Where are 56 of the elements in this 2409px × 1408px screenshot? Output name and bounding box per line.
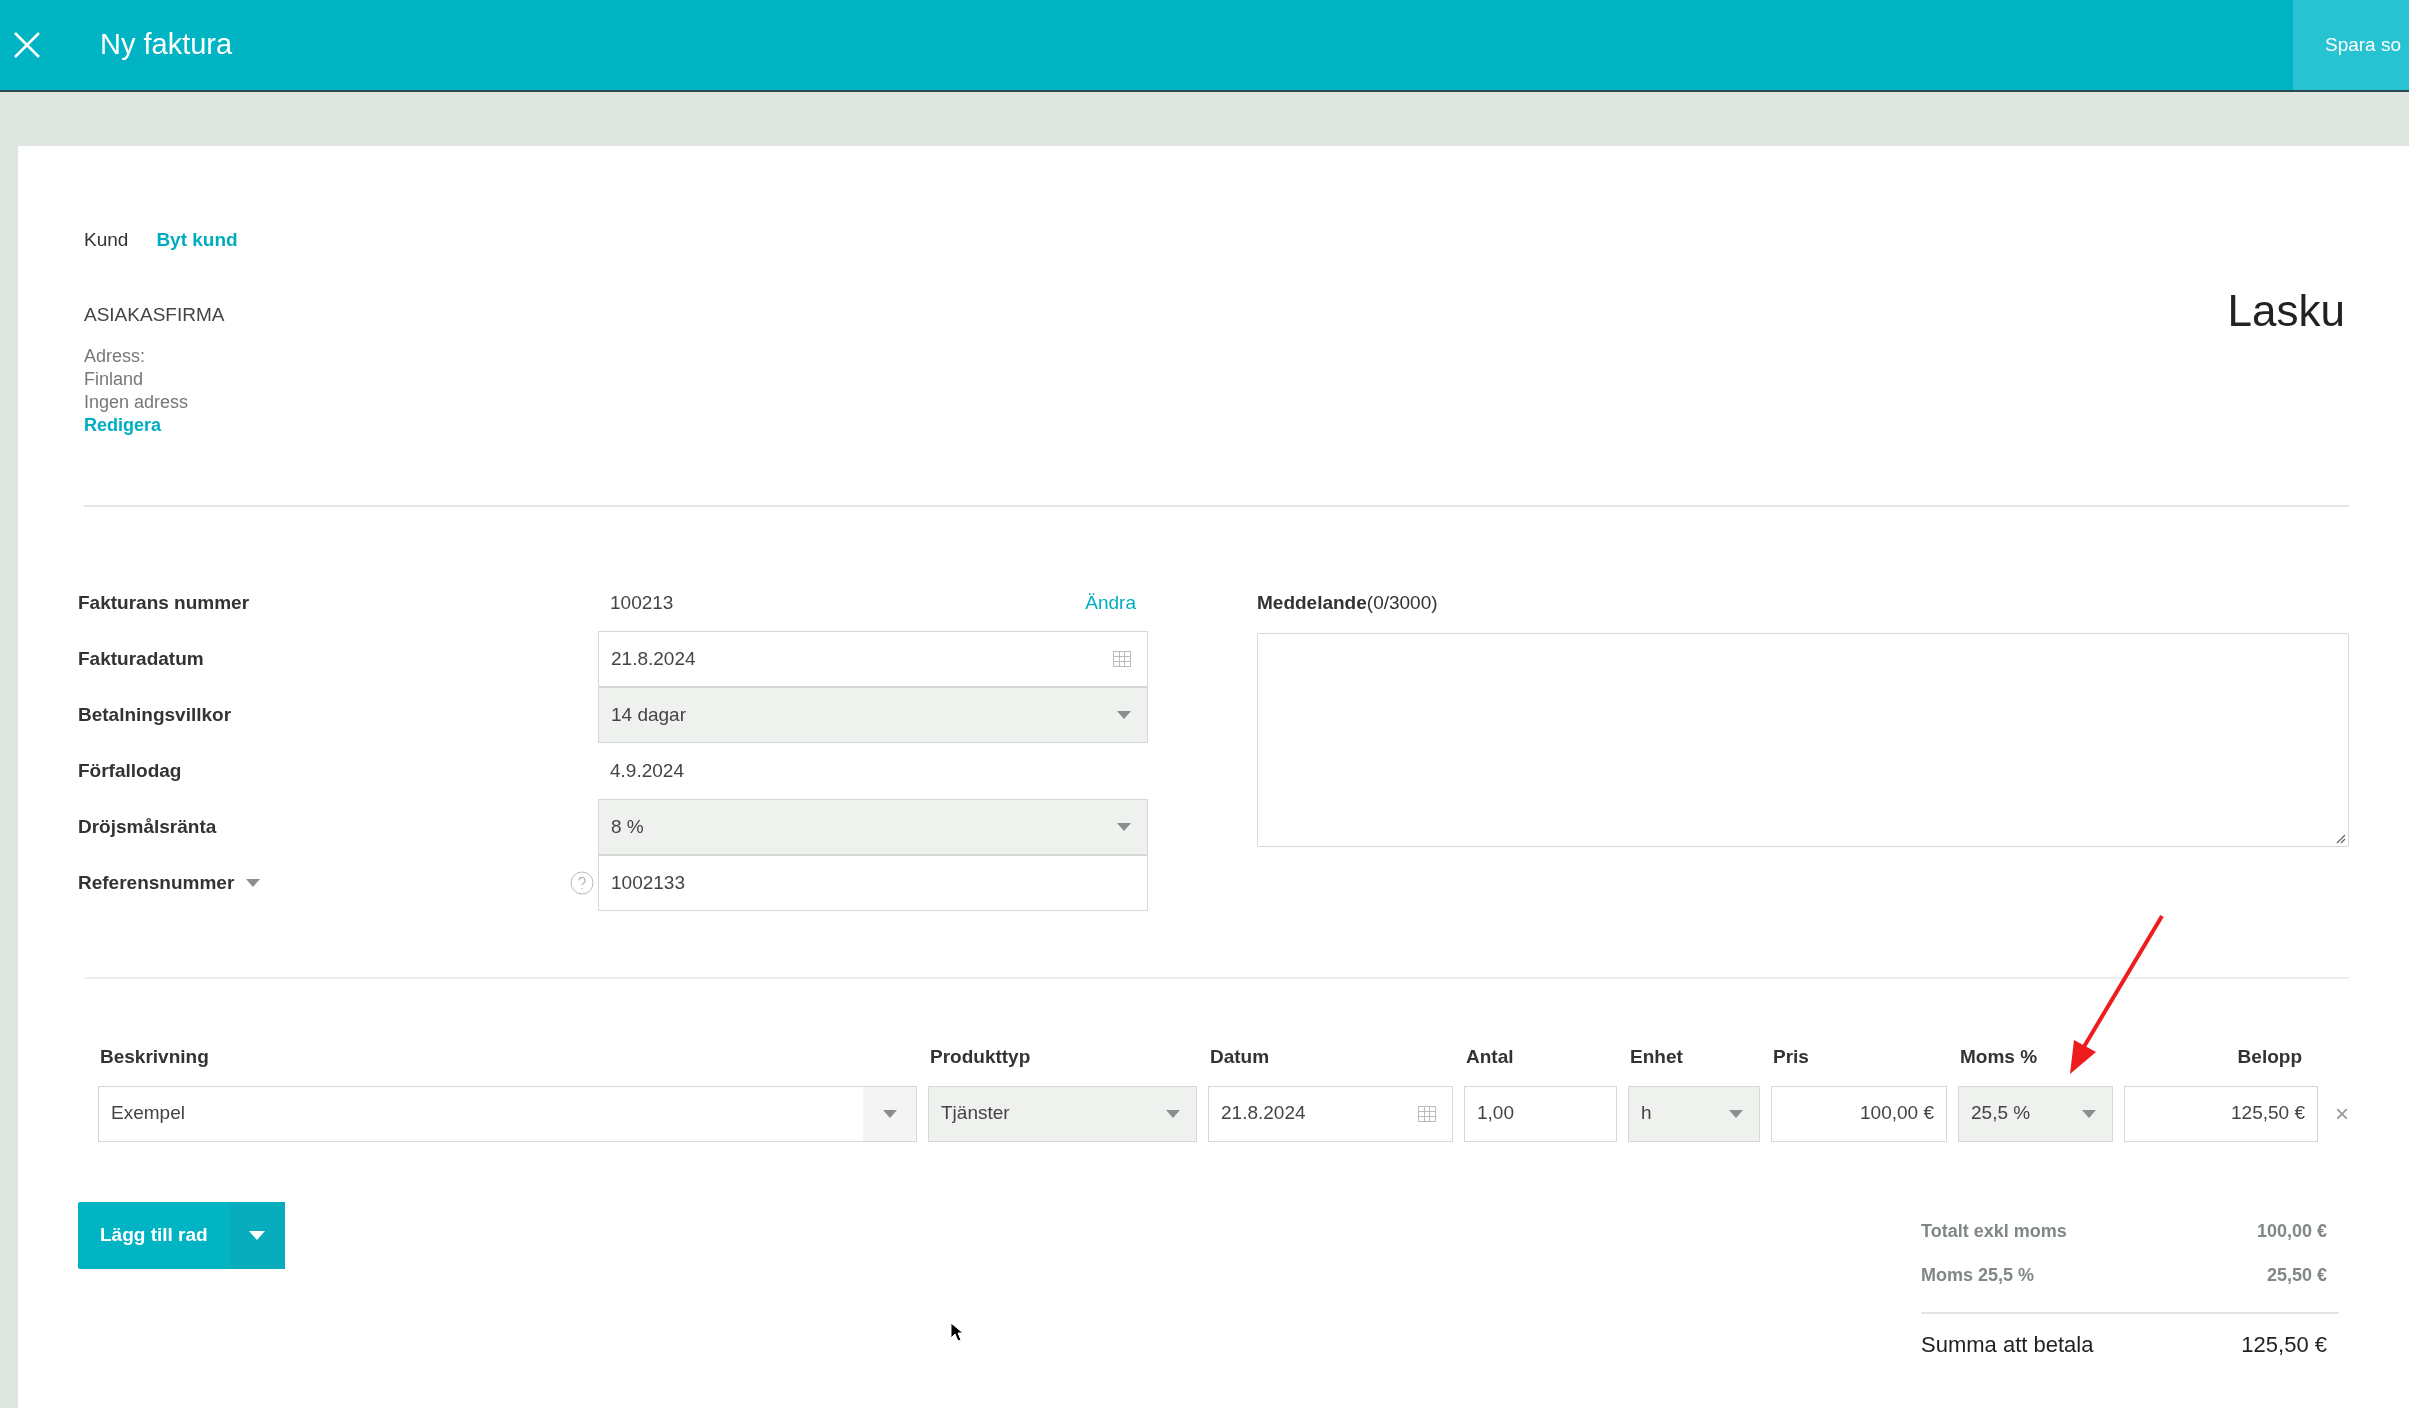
column-header: Produkttyp — [929, 1045, 1032, 1069]
caret-icon — [1729, 1109, 1743, 1118]
field-label: Dröjsmålsränta — [78, 814, 217, 839]
field-value: 100213 — [610, 590, 674, 615]
select-field[interactable]: 14 dagar — [598, 687, 1148, 743]
page-title: Ny faktura — [100, 27, 233, 63]
column-header: Beskrivning — [99, 1045, 210, 1069]
total-label: Moms 25,5 % — [1921, 1264, 2035, 1287]
address-line: Ingen adress — [84, 391, 190, 414]
total-value: 100,00 € — [2256, 1220, 2327, 1243]
field-label: Fakturadatum — [78, 646, 204, 671]
total-label: Summa att betala — [1921, 1330, 2094, 1359]
field-label: Betalningsvillkor — [78, 702, 232, 727]
help-icon[interactable] — [570, 871, 594, 895]
mouse-cursor-icon — [950, 1322, 964, 1342]
input-field[interactable]: 125,50 € — [2124, 1085, 2318, 1142]
column-header: Datum — [1209, 1045, 1271, 1069]
combo-field[interactable]: Exempel — [98, 1085, 917, 1142]
field-label: Fakturans nummer — [78, 590, 250, 615]
close-icon[interactable] — [14, 32, 40, 58]
field-label: Referensnummer — [78, 870, 235, 895]
address-line: Adress: — [84, 345, 147, 368]
caret-icon — [2082, 1109, 2096, 1118]
column-header: Pris — [1772, 1045, 1810, 1069]
calendar-icon — [1113, 651, 1131, 667]
total-value: 25,50 € — [2266, 1264, 2327, 1287]
select-field[interactable]: 8 % — [598, 799, 1148, 855]
input-field[interactable]: 1,00 — [1464, 1085, 1617, 1142]
caret-icon — [882, 1109, 897, 1118]
column-header: Enhet — [1629, 1045, 1684, 1069]
address-line: Finland — [84, 368, 145, 391]
caret-icon — [249, 1230, 266, 1240]
document-title: Lasku — [2227, 285, 2345, 337]
caret-icon[interactable] — [246, 879, 261, 887]
message-label: Meddelande(0/3000) — [1257, 590, 1439, 615]
select-field[interactable]: 25,5 % — [1958, 1085, 2113, 1142]
input-field[interactable]: 1002133 — [598, 855, 1148, 911]
date-field[interactable]: 21.8.2024 — [598, 631, 1148, 687]
field-value: 4.9.2024 — [610, 758, 684, 783]
select-field[interactable]: Tjänster — [928, 1085, 1197, 1142]
customer-name: ASIAKASFIRMA — [84, 302, 226, 327]
column-header: Belopp — [2236, 1045, 2303, 1069]
field-label: Förfallodag — [78, 758, 182, 783]
total-value: 125,50 € — [2241, 1330, 2327, 1359]
total-label: Totalt exkl moms — [1921, 1220, 2067, 1243]
column-header: Moms % — [1959, 1045, 2039, 1069]
select-field[interactable]: h — [1628, 1085, 1760, 1142]
date-field[interactable]: 21.8.2024 — [1208, 1085, 1453, 1142]
caret-icon — [1117, 711, 1131, 719]
caret-icon — [1166, 1109, 1180, 1118]
column-header: Antal — [1465, 1045, 1515, 1069]
calendar-icon — [1418, 1105, 1436, 1122]
caret-icon — [1117, 823, 1131, 831]
customer-label: Kund — [84, 228, 129, 252]
resize-handle-icon — [2334, 832, 2346, 844]
input-field[interactable]: 100,00 € — [1771, 1085, 1947, 1142]
